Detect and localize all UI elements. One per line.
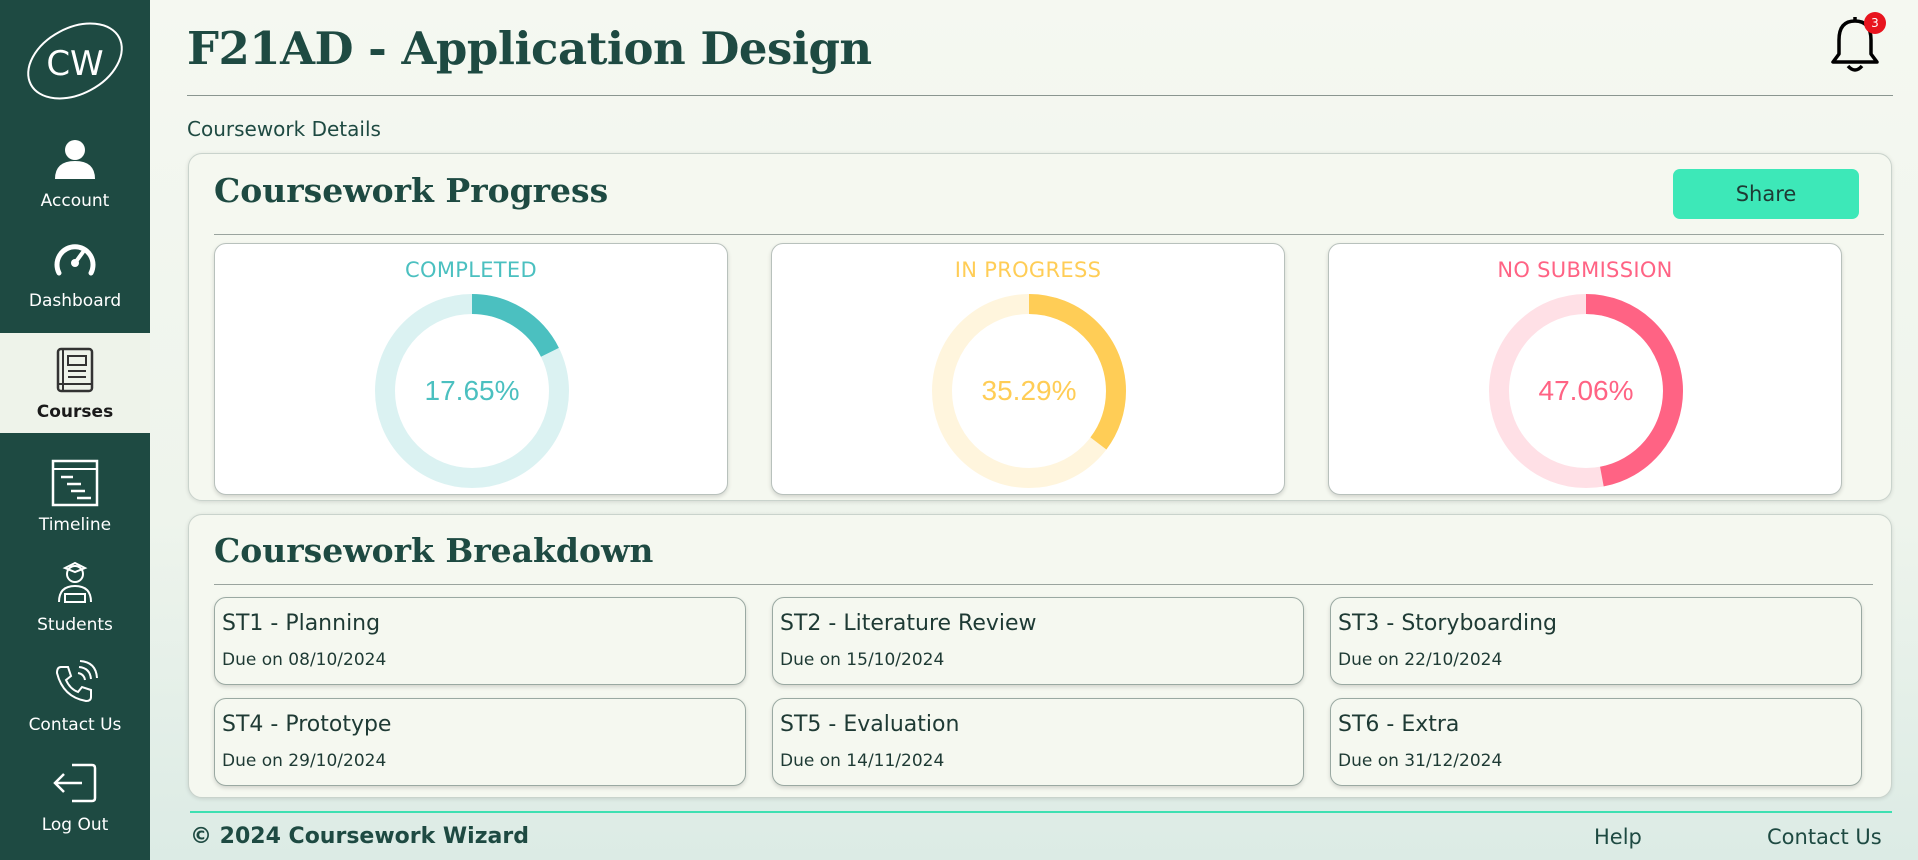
sidebar-item-label: Dashboard (28, 291, 122, 311)
task-due-date: Due on 22/10/2024 (1338, 650, 1503, 670)
task-title: ST3 - Storyboarding (1338, 611, 1557, 636)
app-logo[interactable]: CW (0, 0, 150, 122)
task-due-date: Due on 31/12/2024 (1338, 751, 1503, 771)
stat-card-completed: COMPLETED 17.65% (214, 243, 728, 495)
footer-contact-link[interactable]: Contact Us (1767, 825, 1882, 849)
footer-divider (190, 811, 1892, 813)
task-title: ST4 - Prototype (222, 712, 392, 737)
section-title: Coursework Progress (214, 171, 609, 210)
book-icon (55, 344, 95, 396)
task-due-date: Due on 15/10/2024 (780, 650, 945, 670)
sidebar-item-label: Log Out (41, 815, 109, 835)
header-divider (187, 95, 1893, 96)
sidebar-item-students[interactable]: Students (0, 546, 150, 646)
sidebar-item-label: Account (40, 191, 110, 211)
sidebar-item-label: Timeline (38, 515, 112, 535)
sidebar-item-label: Students (37, 615, 113, 635)
section-divider (214, 584, 1873, 585)
stat-card-no-submission: NO SUBMISSION 47.06% (1328, 243, 1842, 495)
task-title: ST6 - Extra (1338, 712, 1460, 737)
task-title: ST2 - Literature Review (780, 611, 1037, 636)
phone-icon (51, 657, 99, 709)
stat-value: 17.65% (424, 375, 520, 406)
task-due-date: Due on 14/11/2024 (780, 751, 945, 771)
task-title: ST1 - Planning (222, 611, 381, 636)
logo-text: CW (46, 44, 103, 84)
sidebar-item-dashboard[interactable]: Dashboard (0, 222, 150, 322)
sidebar-item-courses[interactable]: Courses (0, 333, 150, 433)
stat-card-in-progress: IN PROGRESS 35.29% (771, 243, 1285, 495)
notification-badge: 3 (1864, 12, 1886, 34)
sidebar-item-logout[interactable]: Log Out (0, 746, 150, 846)
task-title: ST5 - Evaluation (780, 712, 960, 737)
sidebar-item-timeline[interactable]: Timeline (0, 446, 150, 546)
sidebar-item-label: Contact Us (28, 715, 122, 735)
coursework-task-card[interactable]: ST1 - Planning Due on 08/10/2024 (214, 597, 746, 685)
stat-label: NO SUBMISSION (1497, 258, 1673, 282)
task-due-date: Due on 08/10/2024 (222, 650, 387, 670)
sidebar-item-contact[interactable]: Contact Us (0, 646, 150, 746)
bell-icon (1828, 17, 1882, 78)
speedometer-icon (53, 233, 97, 285)
footer-copyright: © 2024 Coursework Wizard (190, 824, 529, 849)
coursework-task-card[interactable]: ST5 - Evaluation Due on 14/11/2024 (772, 698, 1304, 786)
logout-icon (52, 757, 98, 809)
timeline-icon (51, 457, 99, 509)
student-icon (53, 557, 97, 609)
breadcrumb: Coursework Details (187, 117, 381, 141)
footer-help-link[interactable]: Help (1594, 825, 1642, 849)
sidebar-item-label: Courses (36, 402, 114, 422)
section-title: Coursework Breakdown (214, 531, 654, 570)
coursework-task-card[interactable]: ST6 - Extra Due on 31/12/2024 (1330, 698, 1862, 786)
section-divider (214, 234, 1884, 235)
coursework-task-card[interactable]: ST2 - Literature Review Due on 15/10/202… (772, 597, 1304, 685)
task-due-date: Due on 29/10/2024 (222, 751, 387, 771)
user-icon (53, 133, 97, 185)
stat-label: COMPLETED (405, 258, 537, 282)
stat-value: 35.29% (981, 375, 1077, 406)
coursework-task-card[interactable]: ST3 - Storyboarding Due on 22/10/2024 (1330, 597, 1862, 685)
stat-label: IN PROGRESS (954, 258, 1102, 282)
sidebar: CW Account Dashboard Courses Timeline St… (0, 0, 150, 860)
stat-value: 47.06% (1538, 375, 1634, 406)
page-title: F21AD - Application Design (187, 22, 872, 75)
sidebar-item-account[interactable]: Account (0, 122, 150, 222)
share-button[interactable]: Share (1673, 169, 1859, 219)
coursework-task-card[interactable]: ST4 - Prototype Due on 29/10/2024 (214, 698, 746, 786)
